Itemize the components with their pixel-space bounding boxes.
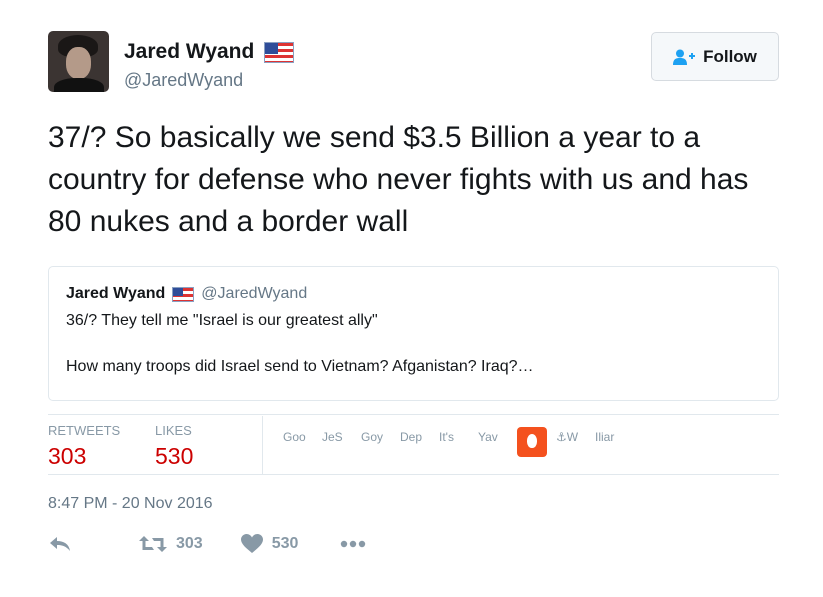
retweet-button[interactable]: 303 [139, 535, 203, 553]
liker-avatar[interactable]: Yav [478, 430, 508, 457]
tweet-text: 37/? So basically we send $3.5 Billion a… [48, 121, 749, 238]
liker-avatar[interactable]: Dep [400, 430, 430, 457]
quoted-tweet[interactable]: Jared Wyand @JaredWyand 36/? They tell m… [48, 266, 779, 401]
quoted-author-name: Jared Wyand [66, 285, 166, 302]
follow-button-label: Follow [703, 46, 757, 66]
divider [48, 414, 779, 415]
author-name-row: Jared Wyand [124, 40, 295, 64]
follow-button[interactable]: Follow [651, 32, 779, 81]
more-icon [341, 540, 366, 547]
divider [48, 474, 779, 475]
liker-avatar[interactable]: Iliar [595, 430, 625, 457]
reply-icon [50, 536, 70, 551]
add-user-icon [673, 49, 696, 65]
liker-avatar[interactable]: Goo [283, 430, 313, 457]
author-handle[interactable]: @JaredWyand [124, 70, 243, 91]
liker-egg-avatar[interactable] [517, 427, 547, 457]
liker-avatar[interactable]: ⚓W [556, 430, 586, 457]
tweet-timestamp[interactable]: 8:47 PM - 20 Nov 2016 [48, 495, 213, 513]
us-flag-icon [172, 286, 195, 302]
retweet-icon [139, 535, 167, 552]
likes-value: 530 [155, 443, 194, 469]
likers-avatars: Goo JeS Goy Dep It's Yav ⚓W Iliar [283, 427, 634, 457]
stats-separator [262, 416, 263, 474]
avatar-face [66, 47, 91, 79]
retweets-value: 303 [48, 443, 87, 469]
liker-avatar[interactable]: It's [439, 430, 469, 457]
reply-button[interactable] [48, 535, 72, 553]
likes-label: LIKES [155, 423, 192, 438]
liker-avatar[interactable]: JeS [322, 430, 352, 457]
like-count: 530 [271, 534, 299, 552]
liker-avatar[interactable]: Goy [361, 430, 391, 457]
retweets-label: RETWEETS [48, 423, 121, 438]
retweets-stat[interactable]: RETWEETS 303 [48, 423, 120, 470]
tweet-actions: 303 530 [48, 534, 366, 553]
quoted-tweet-text-line1: 36/? They tell me "Israel is our greates… [66, 312, 378, 329]
avatar-shirt [54, 78, 104, 92]
author-avatar[interactable] [48, 31, 109, 92]
more-button[interactable] [340, 540, 366, 548]
us-flag-icon [264, 41, 295, 63]
quoted-tweet-header: Jared Wyand @JaredWyand [66, 285, 761, 303]
retweet-count: 303 [176, 534, 203, 552]
quoted-author-handle: @JaredWyand [201, 285, 308, 302]
heart-icon [240, 534, 263, 553]
likes-stat[interactable]: LIKES 530 [155, 423, 193, 470]
like-button[interactable]: 530 [240, 534, 299, 553]
author-display-name[interactable]: Jared Wyand [124, 40, 254, 64]
quoted-tweet-text-line2: How many troops did Israel send to Vietn… [66, 358, 534, 375]
